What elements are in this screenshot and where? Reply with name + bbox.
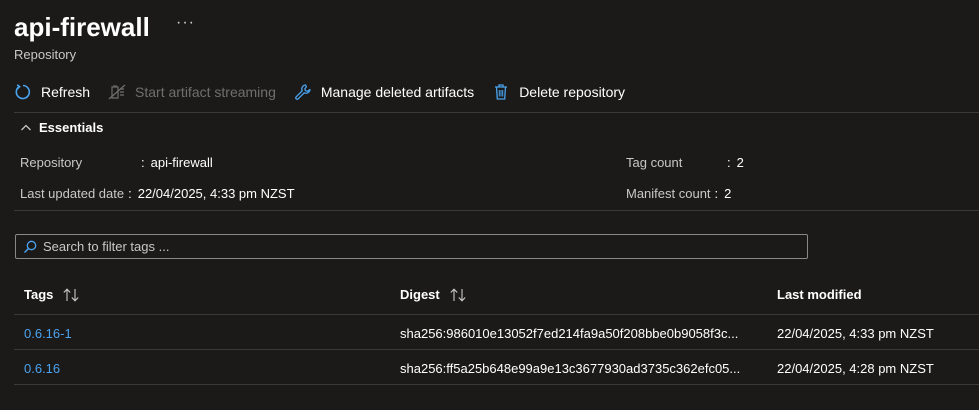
manifest-count-label: Manifest count [626, 186, 711, 201]
refresh-icon [15, 84, 31, 100]
separator: : [714, 186, 719, 201]
toolbar-divider [14, 112, 979, 113]
tag-count-label: Tag count [626, 155, 683, 170]
refresh-button[interactable]: Refresh [14, 80, 90, 104]
essentials-repository: Repository : api-firewall [20, 155, 213, 170]
digest-cell: sha256:ff5a25b648e99a9e13c3677930ad3735c… [400, 361, 741, 376]
last-modified-cell: 22/04/2025, 4:28 pm NZST [777, 361, 934, 376]
sort-icon[interactable] [62, 287, 80, 302]
essentials-manifest-count: Manifest count : 2 [626, 186, 731, 201]
trash-icon [495, 84, 508, 100]
chevron-up-icon [21, 124, 31, 130]
last-modified-cell: 22/04/2025, 4:33 pm NZST [777, 326, 934, 341]
row-divider [14, 384, 979, 385]
delete-repository-label: Delete repository [519, 84, 626, 100]
start-artifact-streaming-label: Start artifact streaming [135, 84, 276, 100]
page-subtitle: Repository [14, 47, 77, 62]
repository-label: Repository [20, 155, 83, 170]
wrench-icon [295, 84, 311, 100]
more-options-button[interactable]: ··· [176, 14, 195, 32]
start-artifact-streaming-button[interactable]: Start artifact streaming [108, 80, 276, 104]
separator: : [727, 155, 731, 170]
separator: : [128, 186, 132, 201]
manage-deleted-artifacts-button[interactable]: Manage deleted artifacts [294, 80, 474, 104]
essentials-tag-count: Tag count : 2 [626, 155, 744, 170]
streaming-icon [108, 84, 126, 100]
delete-repository-button[interactable]: Delete repository [492, 80, 625, 104]
manifest-count-value: 2 [724, 186, 732, 201]
sort-icon[interactable] [449, 287, 467, 302]
column-header-digest[interactable]: Digest [400, 287, 467, 302]
tag-link[interactable]: 0.6.16-1 [24, 326, 72, 341]
essentials-toggle[interactable]: Essentials [20, 120, 103, 135]
filter-tags-search [15, 234, 808, 259]
essentials-heading: Essentials [39, 120, 104, 135]
digest-header-label: Digest [400, 287, 440, 302]
manage-deleted-artifacts-label: Manage deleted artifacts [320, 84, 475, 100]
column-header-tags[interactable]: Tags [24, 287, 80, 302]
tags-header-label: Tags [24, 287, 54, 302]
tag-count-value: 2 [736, 155, 744, 170]
table-header-divider [14, 314, 979, 315]
page-title: api-firewall [14, 12, 150, 42]
row-divider [14, 349, 979, 350]
command-bar: Refresh Start artifact streaming Manage … [14, 80, 643, 104]
separator: : [141, 155, 145, 170]
search-input[interactable] [43, 239, 783, 254]
digest-cell: sha256:986010e13052f7ed214fa9a50f208bbe0… [400, 326, 739, 341]
column-header-last-modified: Last modified [777, 287, 862, 302]
essentials-last-updated: Last updated date : 22/04/2025, 4:33 pm … [20, 186, 295, 201]
essentials-divider [14, 210, 979, 211]
search-icon [23, 240, 37, 253]
repository-value: api-firewall [150, 155, 213, 170]
last-modified-header-label: Last modified [777, 287, 862, 302]
tag-link[interactable]: 0.6.16 [24, 361, 60, 376]
refresh-label: Refresh [41, 84, 91, 100]
last-updated-value: 22/04/2025, 4:33 pm NZST [137, 186, 295, 201]
last-updated-label: Last updated date [20, 186, 125, 201]
